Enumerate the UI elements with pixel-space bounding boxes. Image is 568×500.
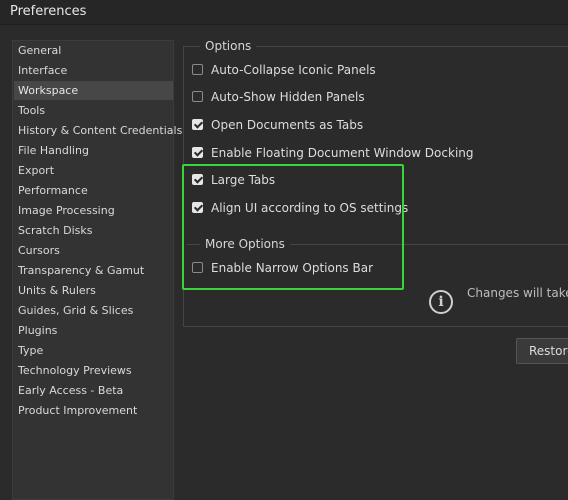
sidebar-item-history[interactable]: History & Content Credentials (14, 121, 182, 140)
checkbox-box[interactable] (192, 91, 203, 102)
checkbox-label: Enable Floating Document Window Docking (211, 146, 474, 160)
sidebar-item-export[interactable]: Export (14, 161, 173, 180)
sidebar-item-technology-previews[interactable]: Technology Previews (14, 361, 173, 380)
checkbox-label: Auto-Show Hidden Panels (211, 90, 365, 104)
preferences-sidebar: General Interface Workspace Tools Histor… (12, 40, 182, 500)
sidebar-item-product-improvement[interactable]: Product Improvement (14, 401, 173, 420)
window-title: Preferences (10, 4, 87, 19)
sidebar-item-cursors[interactable]: Cursors (14, 241, 173, 260)
sidebar-item-image-processing[interactable]: Image Processing (14, 201, 173, 220)
checkbox-box-checked[interactable] (192, 147, 203, 158)
sidebar-item-type[interactable]: Type (14, 341, 173, 360)
sidebar-item-early-access[interactable]: Early Access - Beta (14, 381, 173, 400)
title-bar: Preferences (0, 0, 568, 25)
checkbox-label: Open Documents as Tabs (211, 118, 364, 132)
sidebar-item-tools[interactable]: Tools (14, 101, 173, 120)
sidebar-item-workspace[interactable]: Workspace (14, 81, 173, 100)
restore-button[interactable]: Restore (516, 338, 568, 364)
info-message: Changes will take (467, 286, 568, 300)
highlight-box (182, 164, 404, 290)
sidebar-item-performance[interactable]: Performance (14, 181, 173, 200)
info-icon: i (429, 290, 453, 314)
sidebar-item-scratch-disks[interactable]: Scratch Disks (14, 221, 173, 240)
options-group-title: Options (200, 38, 257, 54)
sidebar-item-units-rulers[interactable]: Units & Rulers (14, 281, 173, 300)
checkbox-box-checked[interactable] (192, 119, 203, 130)
checkbox-label: Auto-Collapse Iconic Panels (211, 63, 376, 77)
sidebar-item-file-handling[interactable]: File Handling (14, 141, 173, 160)
sidebar-item-transparency-gamut[interactable]: Transparency & Gamut (14, 261, 173, 280)
sidebar-item-guides-grid-slices[interactable]: Guides, Grid & Slices (14, 301, 173, 320)
sidebar-item-interface[interactable]: Interface (14, 61, 173, 80)
sidebar-item-plugins[interactable]: Plugins (14, 321, 173, 340)
sidebar-item-general[interactable]: General (14, 41, 173, 60)
checkbox-box[interactable] (192, 64, 203, 75)
